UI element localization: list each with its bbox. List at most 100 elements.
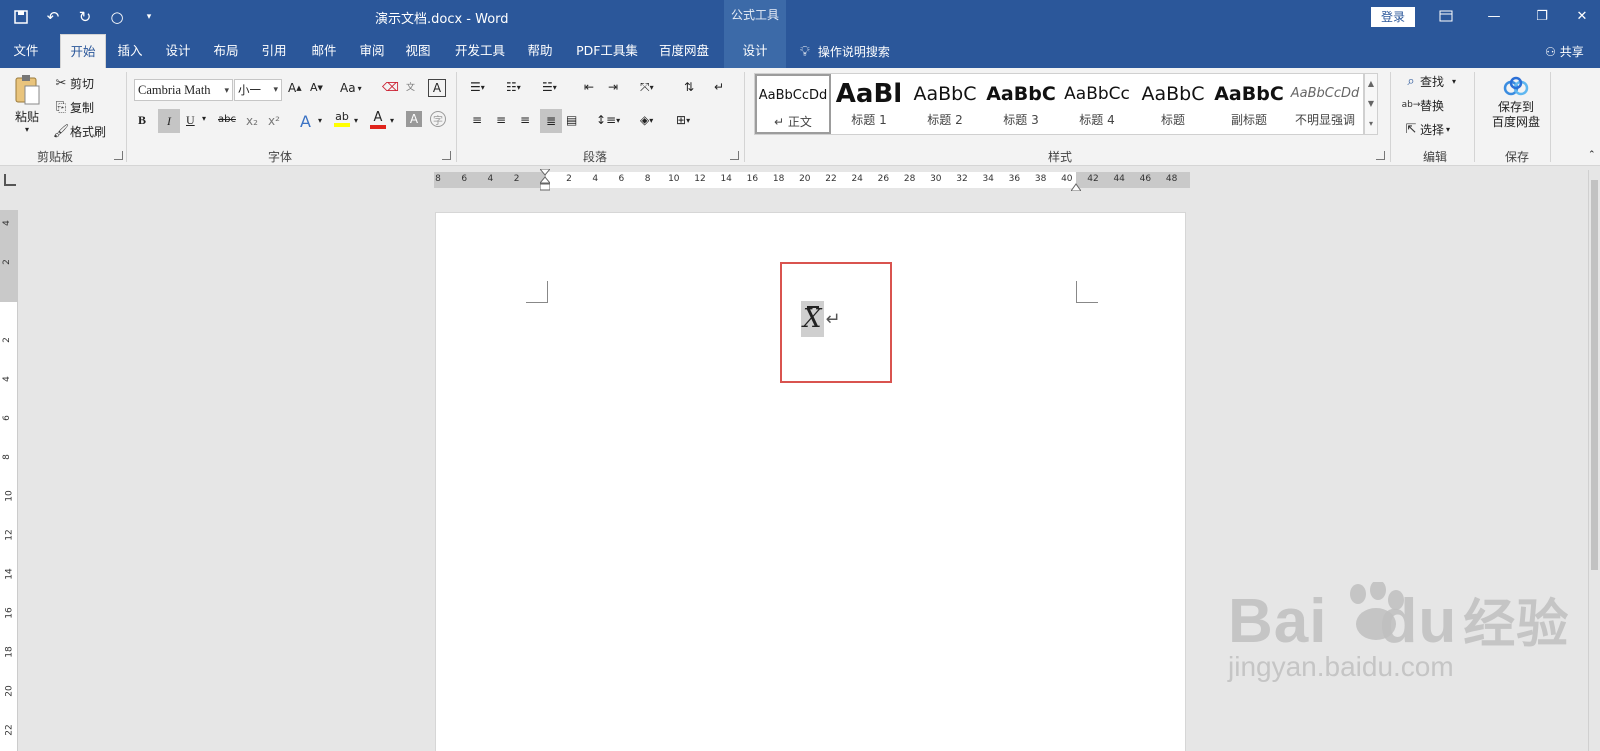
ribbon-display-icon[interactable] <box>1432 4 1460 28</box>
right-indent-marker-icon[interactable] <box>1070 180 1082 192</box>
chinese-layout-icon[interactable]: ⤧ ▾ <box>640 80 654 95</box>
style-normal[interactable]: AaBbCcDd ↵ 正文 <box>755 74 831 134</box>
change-case-button[interactable]: Aa ▾ <box>340 81 362 95</box>
line-spacing-icon[interactable]: ↕≡ ▾ <box>596 113 620 127</box>
find-button[interactable]: ⌕ 查找 ▾ <box>1402 72 1456 90</box>
restore-icon[interactable]: ❐ <box>1528 4 1556 28</box>
tab-review[interactable]: 审阅 <box>354 34 390 68</box>
tab-pdf-tools[interactable]: PDF工具集 <box>572 34 642 68</box>
vertical-ruler[interactable]: 4 2 2 4 6 8 10 12 14 16 18 20 22 <box>0 210 18 751</box>
tab-insert[interactable]: 插入 <box>112 34 148 68</box>
clear-format-icon[interactable]: ⌫ <box>382 80 399 94</box>
underline-dropdown-icon[interactable]: ▾ <box>202 114 206 123</box>
select-button[interactable]: ⇱ 选择 ▾ <box>1402 120 1450 138</box>
document-page[interactable]: X ↵ <box>435 212 1186 751</box>
font-name-select[interactable]: Cambria Math ▾ <box>134 79 233 101</box>
format-painter-button[interactable]: 🖌︎ 格式刷 <box>52 122 106 140</box>
replace-button[interactable]: ab→ 替换 <box>1402 96 1444 114</box>
font-launcher-icon[interactable] <box>442 151 451 160</box>
share-button[interactable]: ⚇ 共享 <box>1545 43 1584 60</box>
bold-button[interactable]: B <box>138 113 146 128</box>
phonetic-guide-icon[interactable]: 文 <box>406 80 415 93</box>
text-effects-icon[interactable]: A <box>300 112 311 131</box>
paste-dropdown-icon[interactable]: ▾ <box>25 125 29 134</box>
circle-icon[interactable]: ○ <box>106 6 128 28</box>
clipboard-launcher-icon[interactable] <box>114 151 123 160</box>
tab-home[interactable]: 开始 <box>60 34 106 68</box>
close-icon[interactable]: ✕ <box>1568 4 1596 28</box>
distributed-icon[interactable]: ▤ <box>566 113 577 127</box>
strikethrough-button[interactable]: abc <box>218 114 236 125</box>
style-title[interactable]: AaBbC 标题 <box>1135 74 1211 134</box>
increase-indent-icon[interactable]: ⇥ <box>608 80 618 94</box>
redo-icon[interactable]: ↻ <box>74 6 96 28</box>
borders-icon[interactable]: ⊞ ▾ <box>676 113 690 127</box>
chevron-down-icon[interactable]: ▾ <box>318 116 322 125</box>
shrink-font-icon[interactable]: A ▼ <box>310 81 323 94</box>
tab-layout[interactable]: 布局 <box>208 34 244 68</box>
style-heading-4[interactable]: AaBbCc 标题 4 <box>1059 74 1135 134</box>
horizontal-ruler[interactable]: 8 6 4 2 2 4 6 8 10 12 14 16 18 20 22 24 26 28 30 32 34 36 38 40… <box>434 168 1190 192</box>
justify-icon[interactable]: ≣ <box>540 109 562 133</box>
italic-button[interactable]: I <box>158 109 180 133</box>
tab-equation-design[interactable]: 设计 <box>724 34 786 68</box>
tab-help[interactable]: 帮助 <box>522 34 558 68</box>
customize-qat-icon[interactable]: ▾ <box>138 6 160 28</box>
multilevel-list-icon[interactable]: ☱ ▾ <box>542 80 557 94</box>
login-button[interactable]: 登录 <box>1371 7 1415 27</box>
style-heading-3[interactable]: AaBbC 标题 3 <box>983 74 1059 134</box>
shading-icon[interactable]: ◈ ▾ <box>640 113 653 127</box>
font-size-select[interactable]: 小一 ▾ <box>234 79 282 101</box>
tell-me-search[interactable]: 💡︎ 操作说明搜索 <box>800 43 890 60</box>
sort-icon[interactable]: ⇅ <box>684 80 694 94</box>
vertical-scrollbar[interactable] <box>1588 170 1600 751</box>
tab-references[interactable]: 引用 <box>256 34 292 68</box>
chevron-up-icon[interactable]: ▲ <box>1365 74 1377 94</box>
tab-view[interactable]: 视图 <box>400 34 436 68</box>
subscript-button[interactable]: x₂ <box>246 114 258 128</box>
show-marks-icon[interactable]: ↵ <box>714 80 724 94</box>
styles-launcher-icon[interactable] <box>1376 151 1385 160</box>
collapse-ribbon-icon[interactable]: ⌃ <box>1588 150 1596 160</box>
paste-button[interactable]: 粘贴 ▾ <box>10 74 44 134</box>
indent-marker-icon[interactable] <box>538 168 552 191</box>
decrease-indent-icon[interactable]: ⇤ <box>584 80 594 94</box>
x-bar-symbol[interactable]: X <box>801 301 824 337</box>
paragraph-launcher-icon[interactable] <box>730 151 739 160</box>
grow-font-icon[interactable]: A ▲ <box>288 81 302 95</box>
scrollbar-thumb[interactable] <box>1591 180 1598 570</box>
enclose-char-icon[interactable]: 字 <box>430 111 446 127</box>
superscript-button[interactable]: x² <box>268 114 280 128</box>
save-icon[interactable] <box>10 6 32 28</box>
style-subtle-emphasis[interactable]: AaBbCcDd 不明显强调 <box>1287 74 1363 134</box>
chevron-down-icon[interactable]: ▾ <box>390 116 394 125</box>
align-right-icon[interactable]: ≡ <box>520 113 530 127</box>
bullets-icon[interactable]: ☰ ▾ <box>470 80 485 94</box>
char-shading-icon[interactable]: A <box>406 111 422 127</box>
underline-button[interactable]: U <box>186 113 195 128</box>
save-to-baidu-button[interactable]: 保存到 百度网盘 <box>1480 76 1552 130</box>
minimize-icon[interactable]: — <box>1480 4 1508 28</box>
tab-file[interactable]: 文件 <box>6 34 46 68</box>
tab-selector-icon[interactable] <box>4 174 16 186</box>
gallery-more-icon[interactable]: ▾ <box>1365 114 1377 134</box>
chevron-down-icon[interactable]: ▾ <box>354 116 358 125</box>
styles-gallery-scroll[interactable]: ▲ ▼ ▾ <box>1364 73 1378 135</box>
font-color-icon[interactable]: A <box>370 110 386 129</box>
align-left-icon[interactable]: ≡ <box>472 113 482 127</box>
tab-mailings[interactable]: 邮件 <box>306 34 342 68</box>
style-heading-2[interactable]: AaBbC 标题 2 <box>907 74 983 134</box>
equation[interactable]: X ↵ <box>801 301 841 337</box>
tab-baidu-netdisk[interactable]: 百度网盘 <box>654 34 714 68</box>
style-heading-1[interactable]: AaBl 标题 1 <box>831 74 907 134</box>
tab-developer[interactable]: 开发工具 <box>450 34 510 68</box>
highlight-color-icon[interactable]: ab <box>334 110 350 127</box>
copy-button[interactable]: ⎘ 复制 <box>52 98 94 116</box>
tab-design[interactable]: 设计 <box>160 34 196 68</box>
style-subtitle[interactable]: AaBbC 副标题 <box>1211 74 1287 134</box>
undo-icon[interactable]: ↶ <box>42 6 64 28</box>
chevron-down-icon[interactable]: ▼ <box>1365 94 1377 114</box>
cut-button[interactable]: ✂ 剪切 <box>52 74 94 92</box>
align-center-icon[interactable]: ≡ <box>496 113 506 127</box>
char-border-icon[interactable]: A <box>428 79 446 97</box>
